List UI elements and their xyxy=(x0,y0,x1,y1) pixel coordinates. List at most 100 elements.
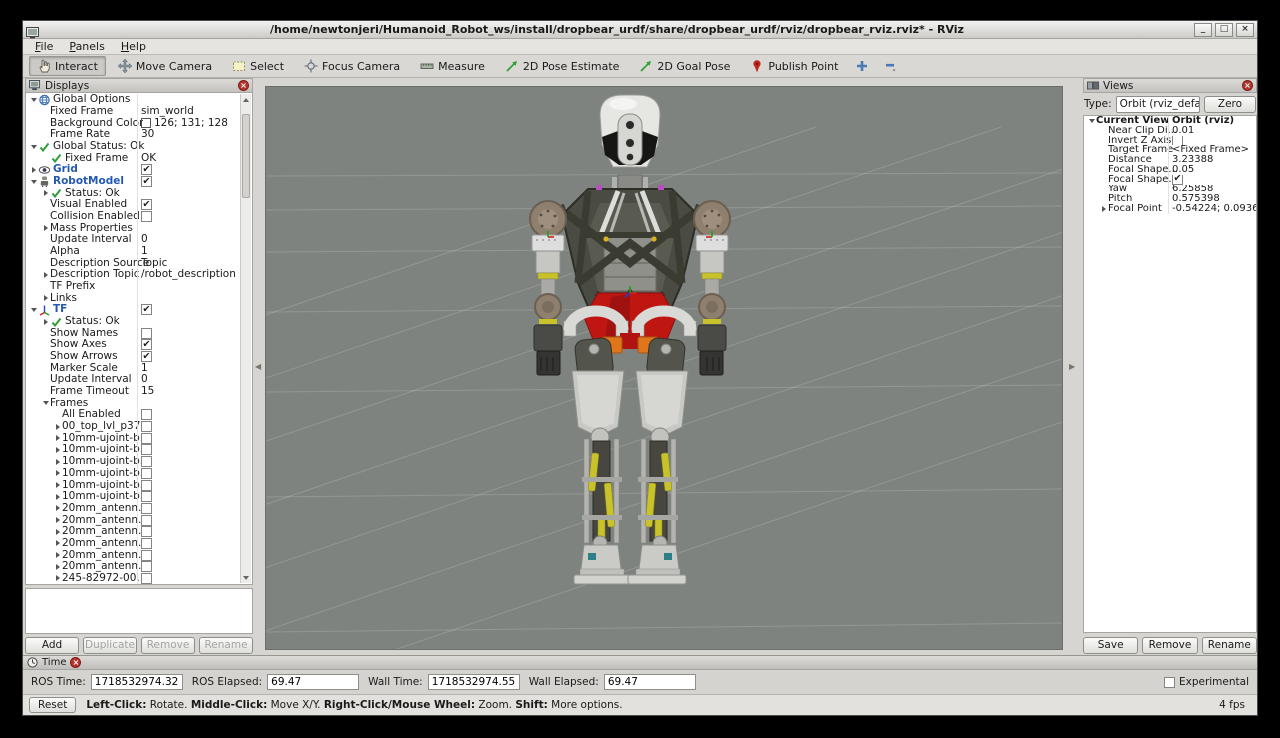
property-value[interactable] xyxy=(137,292,240,304)
move-camera-tool[interactable]: Move Camera xyxy=(110,56,220,76)
property-value[interactable]: 0 xyxy=(137,374,240,386)
property-value[interactable] xyxy=(137,141,240,153)
property-value[interactable] xyxy=(137,222,240,234)
property-value[interactable]: Topic xyxy=(137,257,240,269)
tree-row[interactable]: Show Arrows xyxy=(26,351,240,363)
reset-button[interactable]: Reset xyxy=(29,697,76,713)
property-value[interactable]: -0.54224; 0.09363... xyxy=(1168,204,1256,214)
tree-row[interactable]: Collision Enabled xyxy=(26,211,240,223)
checkbox[interactable] xyxy=(141,176,152,187)
remove-button[interactable]: Remove xyxy=(1142,637,1197,654)
tree-row[interactable]: Focal Shape...0.05 xyxy=(1084,165,1256,175)
zero-button[interactable]: Zero xyxy=(1204,96,1256,113)
color-swatch[interactable] xyxy=(141,118,151,128)
tree-row[interactable]: Frames xyxy=(26,397,240,409)
property-value[interactable]: 6.25858 xyxy=(1168,185,1256,195)
expander-icon[interactable] xyxy=(41,295,50,301)
tree-row[interactable]: 20mm_antenn... xyxy=(26,561,240,573)
tree-row[interactable]: Fixed Framesim_world xyxy=(26,106,240,118)
property-value[interactable] xyxy=(137,327,240,339)
tree-row[interactable]: Frame Rate30 xyxy=(26,129,240,141)
view-type-select[interactable]: Orbit (rviz_default_ xyxy=(1116,96,1200,113)
collapse-right-panel-icon[interactable]: ▶ xyxy=(1069,362,1075,371)
property-value[interactable] xyxy=(137,538,240,550)
tree-row[interactable]: 245-82972-00... xyxy=(26,573,240,585)
expander-icon[interactable] xyxy=(41,190,50,196)
tree-row[interactable]: 10mm-ujoint-b... xyxy=(26,432,240,444)
expander-icon[interactable] xyxy=(53,517,62,523)
3d-viewport[interactable] xyxy=(265,86,1063,650)
wall-time-input[interactable] xyxy=(428,674,520,690)
property-value[interactable] xyxy=(137,351,240,363)
expander-icon[interactable] xyxy=(53,540,62,546)
scroll-up-icon[interactable] xyxy=(241,94,251,105)
tree-row[interactable]: Background Color126; 131; 128 xyxy=(26,117,240,129)
property-value[interactable] xyxy=(1168,136,1256,146)
checkbox[interactable] xyxy=(141,433,152,444)
expander-icon[interactable] xyxy=(1087,119,1096,123)
titlebar[interactable]: /home/newtonjeri/Humanoid_Robot_ws/insta… xyxy=(23,21,1257,39)
expander-icon[interactable] xyxy=(53,435,62,441)
tree-row[interactable]: TF xyxy=(26,304,240,316)
tree-row[interactable]: Distance3.23388 xyxy=(1084,155,1256,165)
checkbox[interactable] xyxy=(1172,136,1183,146)
property-value[interactable] xyxy=(137,339,240,351)
tree-row[interactable]: Pitch0.575398 xyxy=(1084,194,1256,204)
checkbox[interactable] xyxy=(141,351,152,362)
tree-row[interactable]: Status: Ok xyxy=(26,316,240,328)
expander-icon[interactable] xyxy=(53,447,62,453)
property-value[interactable]: 3.23388 xyxy=(1168,155,1256,165)
tree-row[interactable]: Marker Scale1 xyxy=(26,362,240,374)
property-value[interactable]: 126; 131; 128 xyxy=(137,117,240,129)
tree-row[interactable]: Visual Enabled xyxy=(26,199,240,211)
property-value[interactable] xyxy=(137,561,240,573)
tree-row[interactable]: Focal Point-0.54224; 0.09363... xyxy=(1084,204,1256,214)
expander-icon[interactable] xyxy=(53,470,62,476)
property-value[interactable] xyxy=(137,444,240,456)
tree-row[interactable]: Global Options xyxy=(26,94,240,106)
measure-tool[interactable]: Measure xyxy=(412,56,493,76)
tree-row[interactable]: 10mm-ujoint-b... xyxy=(26,479,240,491)
property-value[interactable] xyxy=(137,164,240,176)
property-value[interactable] xyxy=(137,176,240,188)
property-value[interactable] xyxy=(137,456,240,468)
property-value[interactable] xyxy=(137,468,240,480)
tree-row[interactable]: TF Prefix xyxy=(26,281,240,293)
checkbox[interactable] xyxy=(141,421,152,432)
2d-goal-pose-tool[interactable]: 2D Goal Pose xyxy=(631,56,738,76)
property-value[interactable]: 0.01 xyxy=(1168,126,1256,136)
expander-icon[interactable] xyxy=(29,167,38,173)
expander-icon[interactable] xyxy=(53,529,62,535)
property-value[interactable] xyxy=(137,573,240,585)
time-close-icon[interactable]: × xyxy=(70,657,81,668)
tree-row[interactable]: 20mm_antenn... xyxy=(26,538,240,550)
checkbox[interactable] xyxy=(141,211,152,222)
property-value[interactable]: 30 xyxy=(137,129,240,141)
maximize-button[interactable]: □ xyxy=(1215,23,1233,37)
property-value[interactable]: 15 xyxy=(137,386,240,398)
checkbox[interactable] xyxy=(141,339,152,350)
tree-row[interactable]: 20mm_antenn... xyxy=(26,503,240,515)
interact-tool[interactable]: Interact xyxy=(29,56,106,76)
tree-row[interactable]: Yaw6.25858 xyxy=(1084,185,1256,195)
2d-pose-estimate-tool[interactable]: 2D Pose Estimate xyxy=(497,56,628,76)
rename-button[interactable]: Rename xyxy=(1202,637,1257,654)
property-value[interactable] xyxy=(137,491,240,503)
displays-scrollbar[interactable] xyxy=(240,94,251,583)
expander-icon[interactable] xyxy=(1099,206,1108,212)
expander-icon[interactable] xyxy=(53,575,62,581)
tree-row[interactable]: Update Interval0 xyxy=(26,234,240,246)
property-value[interactable] xyxy=(137,316,240,328)
property-value[interactable]: 1 xyxy=(137,246,240,258)
property-value[interactable]: OK xyxy=(137,152,240,164)
checkbox[interactable] xyxy=(141,164,152,175)
expander-icon[interactable] xyxy=(53,482,62,488)
checkbox[interactable] xyxy=(141,515,152,526)
tree-row[interactable]: Current ViewOrbit (rviz) xyxy=(1084,116,1256,126)
tree-row[interactable]: 20mm_antenn... xyxy=(26,514,240,526)
property-value[interactable] xyxy=(137,503,240,515)
collapse-left-panel-icon[interactable]: ◀ xyxy=(255,362,261,371)
checkbox[interactable] xyxy=(141,550,152,561)
scroll-down-icon[interactable] xyxy=(241,572,251,583)
property-value[interactable] xyxy=(137,549,240,561)
